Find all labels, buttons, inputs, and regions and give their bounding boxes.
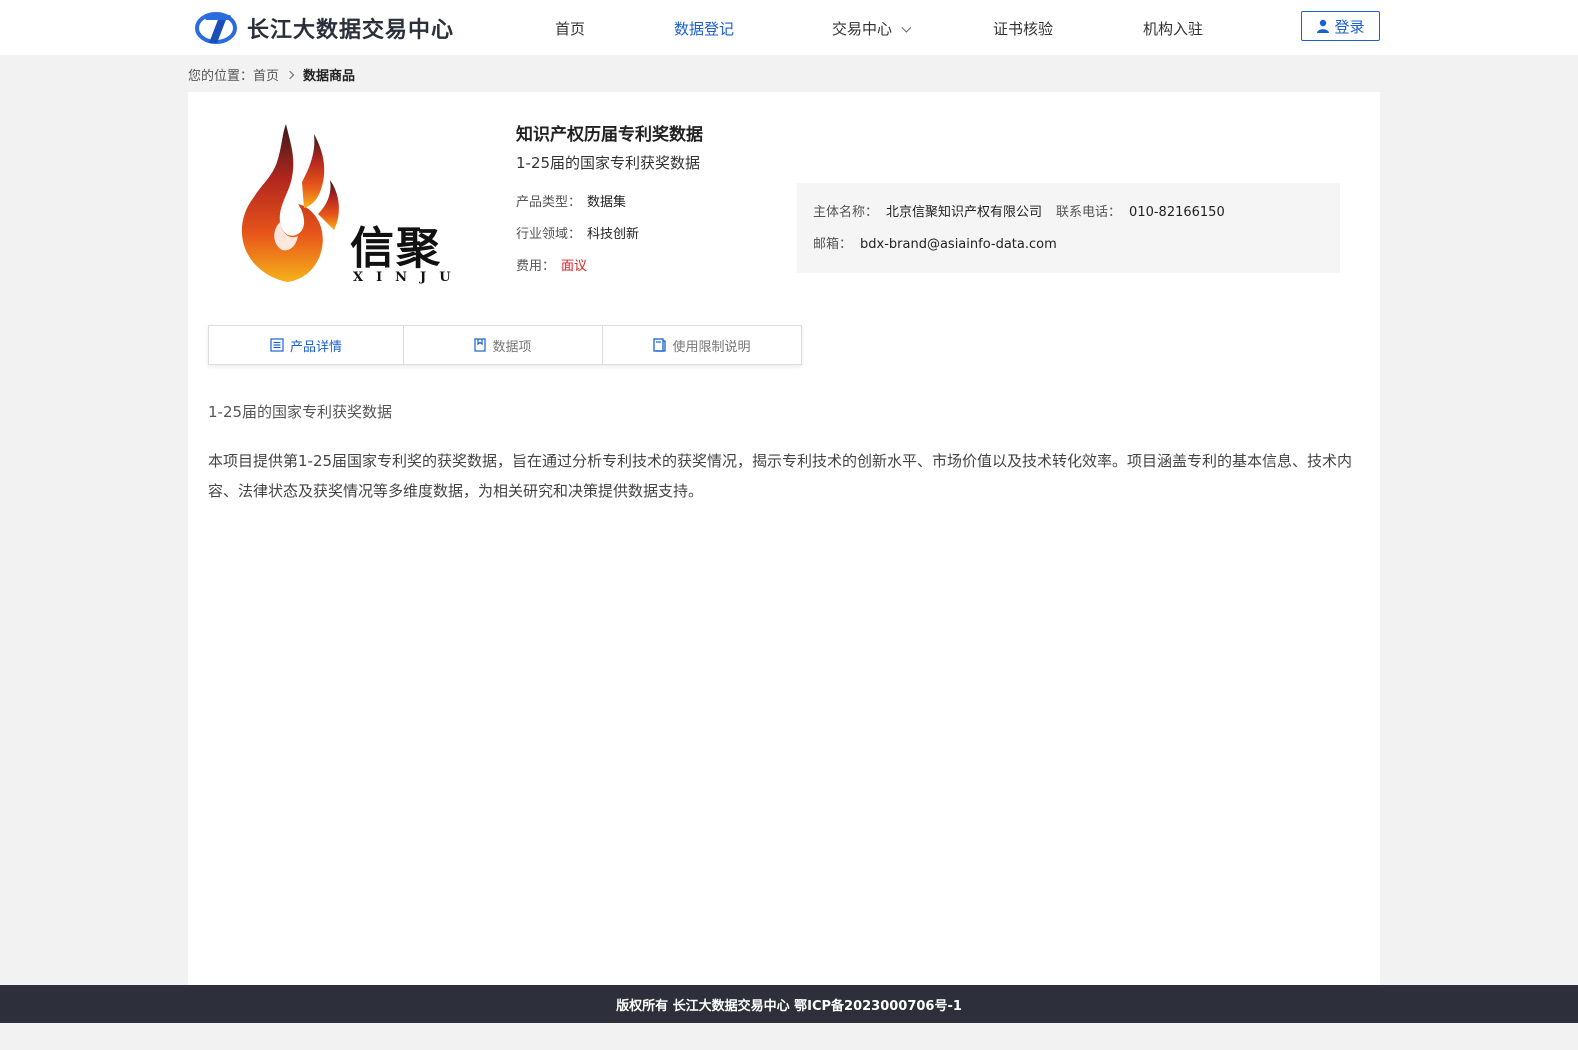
nav-trading-center-label: 交易中心 [832, 20, 893, 38]
contact-panel: 主体名称： 北京信聚知识产权有限公司 联系电话： 010-82166150 邮箱： bd… [797, 183, 1340, 273]
industry-label: 行业领域： [516, 227, 582, 242]
email-value: bdx-brand@asiainfo-data.com [860, 237, 1057, 252]
product-title: 知识产权历届专利奖数据 [516, 125, 703, 145]
tab-product-details[interactable]: 产品详情 [209, 326, 404, 364]
product-subtitle: 1-25届的国家专利获奖数据 [516, 154, 701, 172]
tab-product-details-label: 产品详情 [289, 339, 342, 355]
nav-trading-center[interactable]: 交易中心 [832, 18, 912, 39]
description-body: 本项目提供第1-25届国家专利奖的获奖数据，旨在通过分析专利技术的获奖情况，揭示… [208, 452, 1353, 500]
industry-value: 科技创新 [587, 227, 640, 242]
product-type-value: 数据集 [587, 195, 627, 210]
breadcrumb-current: 数据商品 [303, 69, 356, 84]
product-card: 信聚 XINJU 知识产权历届专利奖数据 1-25届的国家专利获奖数据 产品类型… [188, 92, 1380, 985]
brand-chinese-name: 信聚 [350, 223, 442, 274]
book-icon [653, 338, 667, 352]
nav-certificate-verify[interactable]: 证书核验 [993, 18, 1053, 39]
flame-logo-icon [241, 124, 339, 282]
nav-home[interactable]: 首页 [555, 18, 585, 39]
tab-data-items[interactable]: 数据项 [404, 326, 603, 364]
tab-data-items-label: 数据项 [492, 339, 532, 355]
nav-institution-join[interactable]: 机构入驻 [1143, 18, 1203, 39]
entity-value: 北京信聚知识产权有限公司 [886, 205, 1043, 220]
product-type-label: 产品类型： [516, 195, 582, 210]
list-icon [270, 338, 284, 352]
product-type-row: 产品类型： 数据集 [516, 191, 626, 210]
entity-label: 主体名称： [813, 205, 879, 220]
fee-value: 面议 [561, 259, 588, 274]
breadcrumb-prefix: 您的位置： [188, 69, 254, 84]
phone-value: 010-82166150 [1129, 205, 1225, 220]
contact-email-row: 邮箱： bdx-brand@asiainfo-data.com [813, 233, 1057, 252]
email-label: 邮箱： [813, 237, 853, 252]
tab-usage-restrictions-label: 使用限制说明 [672, 339, 751, 355]
page-footer: 版权所有 长江大数据交易中心 鄂ICP备2023000706号-1 [0, 985, 1578, 1023]
chevron-right-icon [285, 70, 295, 79]
description-title: 1-25届的国家专利获奖数据 [208, 403, 393, 421]
site-logo[interactable]: 长江大数据交易中心 [195, 11, 454, 45]
login-label: 登录 [1334, 17, 1365, 36]
site-logo-icon [195, 12, 237, 44]
tab-usage-restrictions[interactable]: 使用限制说明 [603, 326, 801, 364]
contact-entity-row: 主体名称： 北京信聚知识产权有限公司 联系电话： 010-82166150 [813, 201, 1225, 220]
chevron-down-icon [901, 22, 912, 33]
product-tabs: 产品详情 数据项 使用限制说明 [208, 325, 802, 365]
site-name: 长江大数据交易中心 [247, 18, 455, 43]
top-header: 长江大数据交易中心 首页 数据登记 交易中心 证书核验 机构入驻 登录 [0, 0, 1578, 55]
breadcrumb-home[interactable]: 首页 [253, 65, 279, 84]
phone-label: 联系电话： [1056, 205, 1122, 220]
brand-latin-name: XINJU [353, 270, 464, 285]
user-icon [1317, 19, 1330, 33]
breadcrumb: 您的位置： 首页 数据商品 [188, 65, 355, 84]
footer-copyright: 版权所有 长江大数据交易中心 鄂ICP备2023000706号-1 [616, 998, 962, 1014]
brand-logo: 信聚 XINJU [232, 122, 472, 285]
login-button[interactable]: 登录 [1301, 11, 1380, 41]
fee-label: 费用： [516, 259, 556, 274]
nav-data-registration[interactable]: 数据登记 [674, 18, 734, 39]
fee-row: 费用： 面议 [516, 255, 587, 274]
industry-row: 行业领域： 科技创新 [516, 223, 639, 242]
bookmark-icon [474, 338, 487, 352]
